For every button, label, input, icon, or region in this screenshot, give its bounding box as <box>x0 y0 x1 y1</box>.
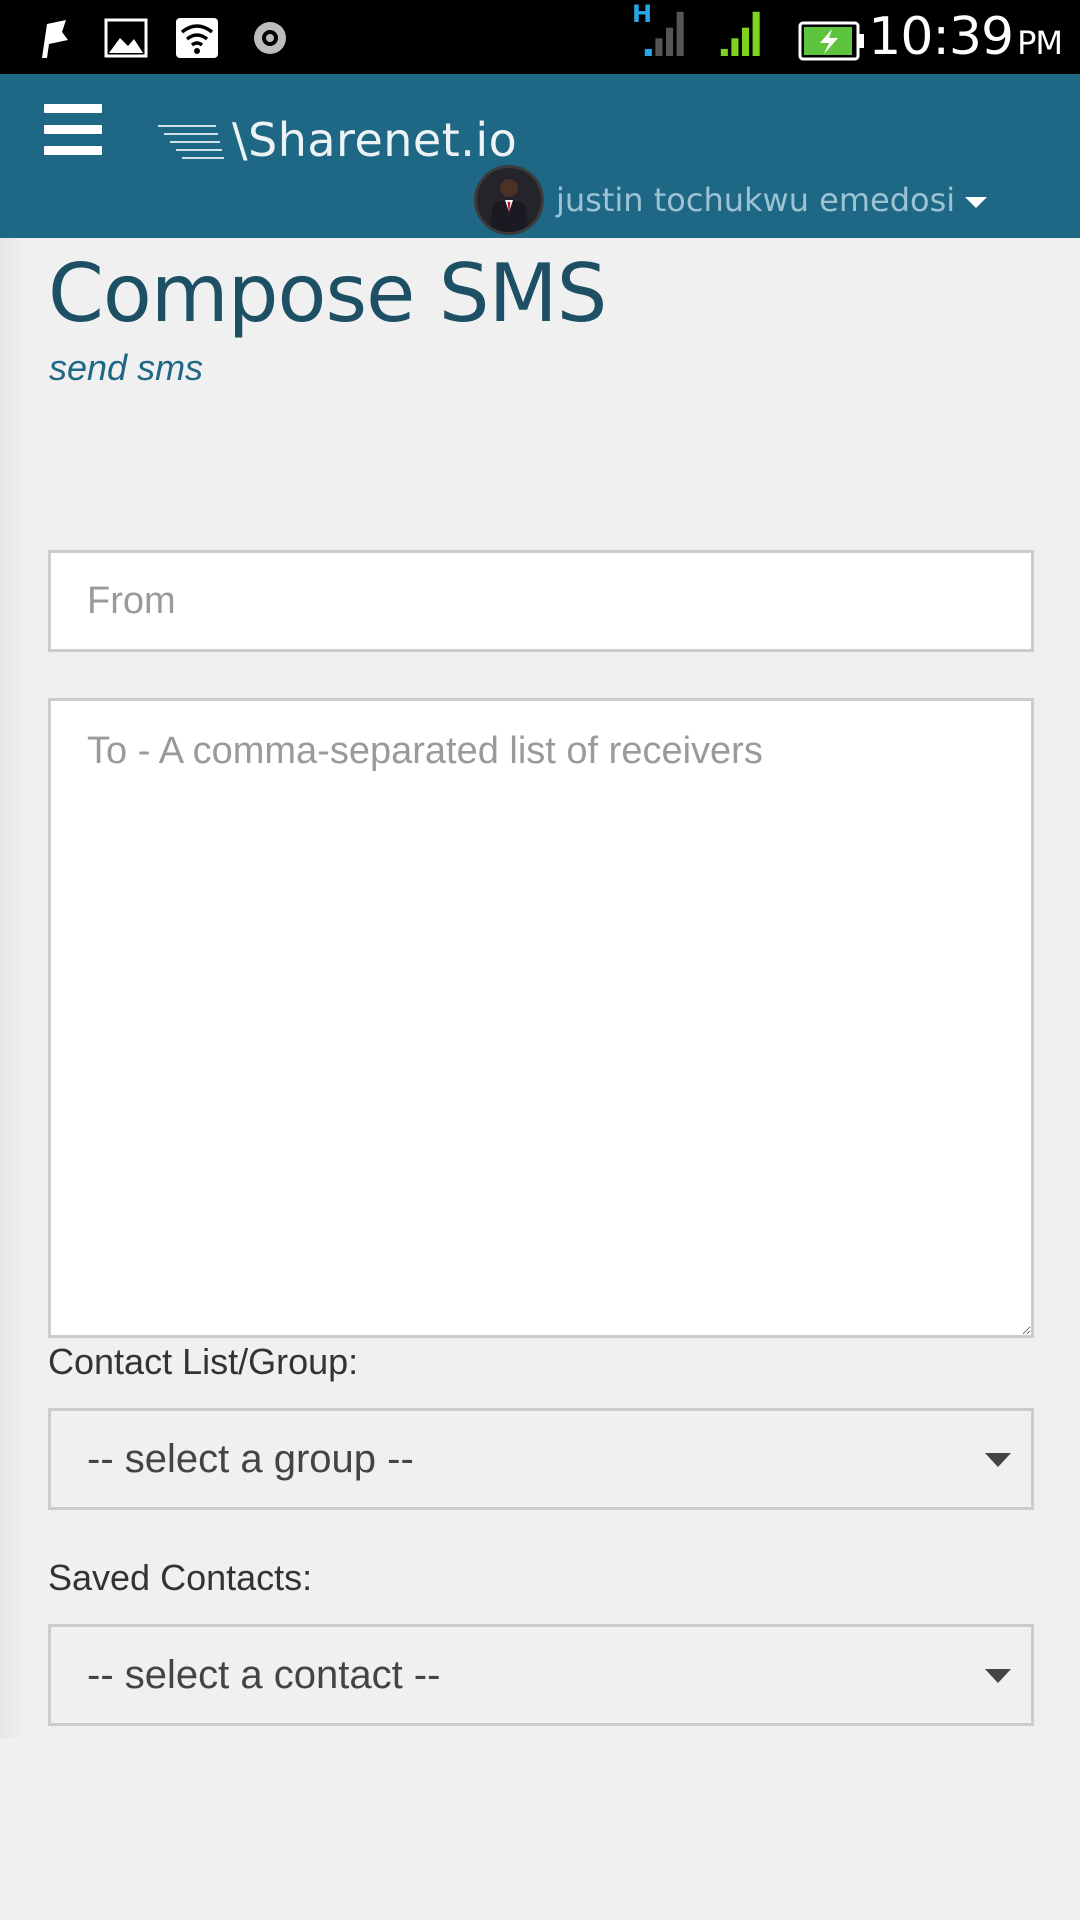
content-edge-shadow <box>0 238 26 1738</box>
status-time-value: 10:39 <box>868 7 1014 67</box>
status-bar: H 10:39 PM <box>0 0 1080 74</box>
battery-charging-icon <box>798 21 864 61</box>
avatar <box>474 165 544 235</box>
avatar-person-icon <box>477 168 541 232</box>
status-time: 10:39 PM <box>868 6 1063 74</box>
logo-speed-lines-icon <box>158 125 224 159</box>
media-icon <box>254 22 286 54</box>
app-header: \Sharenet.io justin tochukwu emedosi <box>0 74 1080 238</box>
user-menu[interactable]: justin tochukwu emedosi <box>474 164 988 236</box>
page-subtitle: send sms <box>49 347 204 388</box>
saved-contacts-select[interactable]: -- select a contact -- <box>48 1624 1034 1726</box>
contact-group-selected-value: -- select a group -- <box>87 1436 414 1481</box>
saved-contacts-label: Saved Contacts: <box>48 1557 313 1598</box>
wifi-icon <box>176 18 218 58</box>
chevron-down-icon <box>965 196 988 208</box>
logo-text: \Sharenet.io <box>232 113 518 167</box>
to-recipients-textarea[interactable] <box>48 698 1034 1338</box>
hamburger-menu-icon[interactable] <box>44 104 102 156</box>
logo[interactable]: \Sharenet.io <box>156 110 536 170</box>
gallery-icon <box>104 18 148 58</box>
contact-group-select[interactable]: -- select a group -- <box>48 1408 1034 1510</box>
signal-icon <box>644 11 684 56</box>
user-name: justin tochukwu emedosi <box>556 181 956 219</box>
page-title: Compose SMS <box>48 247 607 340</box>
from-input[interactable] <box>48 550 1034 652</box>
signal-icon <box>720 11 760 56</box>
chevron-down-icon <box>985 1453 1011 1467</box>
notification-flag-icon <box>42 20 68 58</box>
status-time-ampm: PM <box>1017 24 1063 62</box>
chevron-down-icon <box>985 1669 1011 1683</box>
saved-contacts-selected-value: -- select a contact -- <box>87 1652 441 1697</box>
contact-group-label: Contact List/Group: <box>48 1341 359 1382</box>
